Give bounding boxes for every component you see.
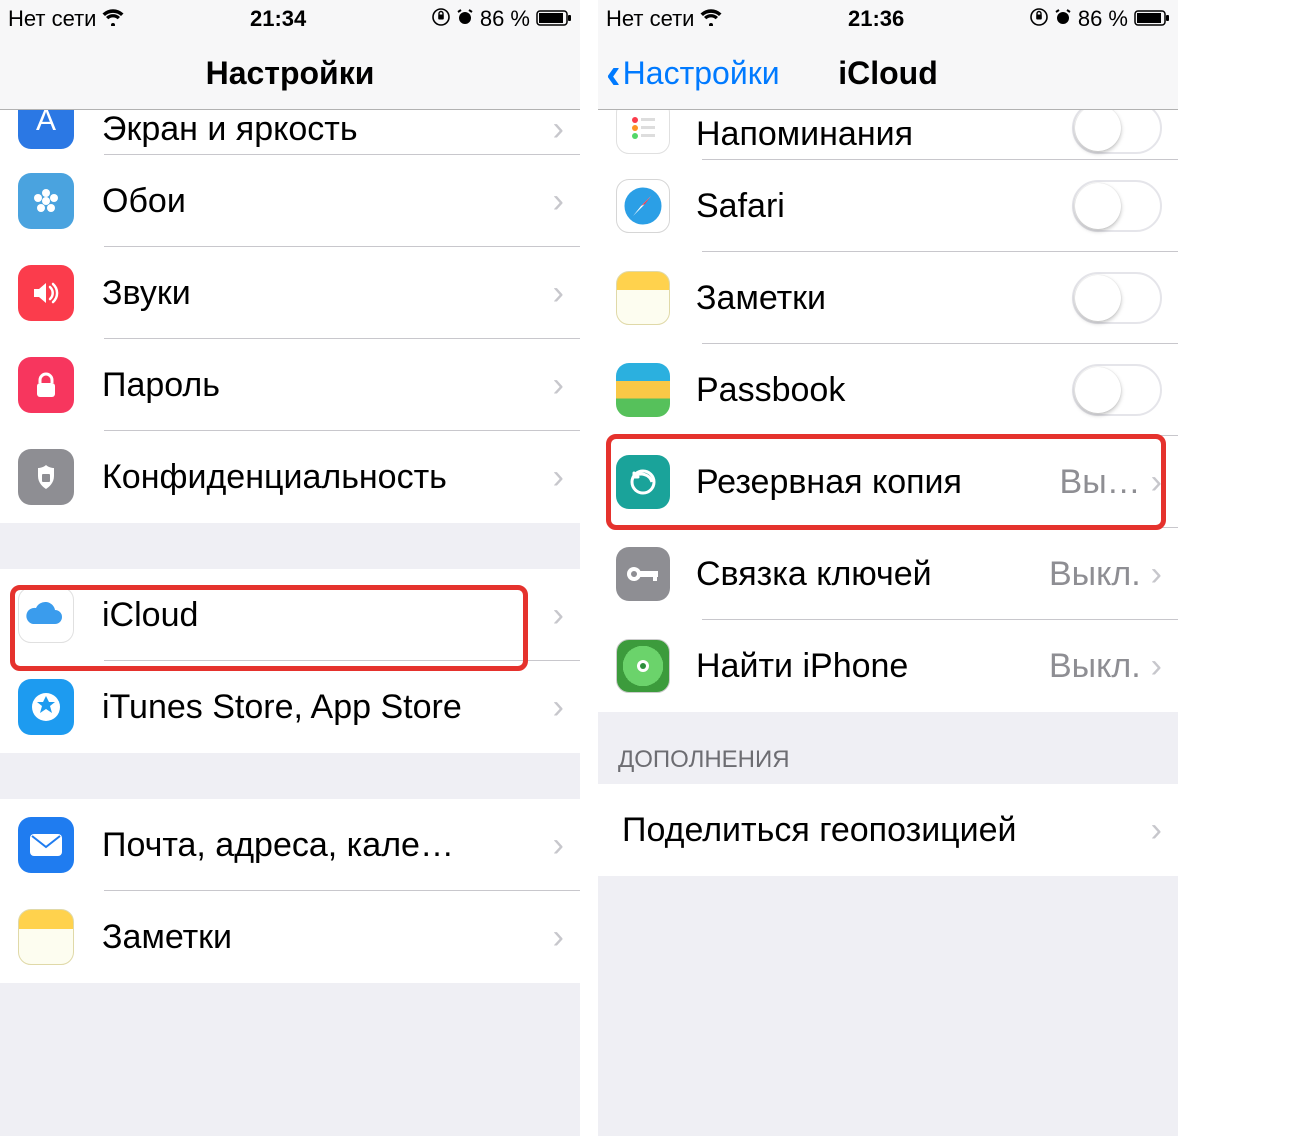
mail-icon: [18, 817, 74, 873]
chevron-icon: ›: [1151, 811, 1162, 850]
back-button[interactable]: ‹ Настройки: [606, 52, 780, 96]
toggle-notes[interactable]: [1072, 272, 1162, 324]
row-label: iTunes Store, App Store: [102, 688, 543, 727]
sounds-icon: [18, 265, 74, 321]
row-wallpaper[interactable]: Обои ›: [0, 155, 580, 247]
status-bar: Нет сети 21:36 86 %: [598, 0, 1178, 38]
toggle-passbook[interactable]: [1072, 364, 1162, 416]
row-itunes[interactable]: iTunes Store, App Store ›: [0, 661, 580, 753]
carrier-label: Нет сети: [606, 6, 694, 32]
settings-screen: Нет сети 21:34 86 % Настройки: [0, 0, 580, 1136]
page-title: iCloud: [838, 55, 938, 92]
keychain-icon: [616, 547, 670, 601]
row-keychain[interactable]: Связка ключей Выкл. ›: [598, 528, 1178, 620]
row-label: Safari: [696, 187, 1072, 226]
wifi-icon: [700, 6, 722, 32]
chevron-icon: ›: [553, 110, 564, 149]
toggle-reminders[interactable]: [1072, 110, 1162, 154]
clock: 21:36: [722, 6, 1029, 32]
page-title: Настройки: [206, 55, 375, 92]
chevron-icon: ›: [553, 688, 564, 727]
row-display[interactable]: Экран и яркость: [102, 110, 543, 149]
row-label: Звуки: [102, 274, 543, 313]
row-findmy[interactable]: Найти iPhone Выкл. ›: [598, 620, 1178, 712]
row-label: iCloud: [102, 596, 543, 635]
appstore-icon: [18, 679, 74, 735]
row-label: Найти iPhone: [696, 647, 1041, 686]
row-safari[interactable]: Safari: [598, 160, 1178, 252]
row-notes[interactable]: Заметки: [598, 252, 1178, 344]
display-icon: A: [18, 110, 74, 149]
chevron-icon: ›: [553, 918, 564, 957]
row-icloud[interactable]: iCloud ›: [0, 569, 580, 661]
row-label: Passbook: [696, 371, 1072, 410]
row-label: Поделиться геопозицией: [622, 811, 1141, 850]
icloud-icon: [18, 587, 74, 643]
row-passbook[interactable]: Passbook: [598, 344, 1178, 436]
chevron-icon: ›: [1151, 647, 1162, 686]
row-share-location[interactable]: Поделиться геопозицией ›: [598, 784, 1178, 876]
row-privacy[interactable]: Конфиденциальность ›: [0, 431, 580, 523]
chevron-icon: ›: [1151, 463, 1162, 502]
row-label: Резервная копия: [696, 463, 1052, 502]
passbook-icon: [616, 363, 670, 417]
orientation-lock-icon: [1030, 6, 1048, 32]
chevron-icon: ›: [553, 826, 564, 865]
row-label: Заметки: [696, 279, 1072, 318]
reminders-icon: [616, 110, 670, 154]
chevron-icon: ›: [553, 596, 564, 635]
notes-icon: [616, 271, 670, 325]
row-value: Вы…: [1060, 463, 1141, 502]
chevron-icon: ›: [553, 458, 564, 497]
orientation-lock-icon: [432, 6, 450, 32]
row-mail[interactable]: Почта, адреса, кале… ›: [0, 799, 580, 891]
row-backup[interactable]: Резервная копия Вы… ›: [598, 436, 1178, 528]
row-passcode[interactable]: Пароль ›: [0, 339, 580, 431]
row-reminders[interactable]: Напоминания: [696, 115, 1072, 154]
row-value: Выкл.: [1049, 555, 1141, 594]
row-label: Почта, адреса, кале…: [102, 826, 543, 865]
safari-icon: [616, 179, 670, 233]
battery-percent: 86 %: [1078, 6, 1128, 32]
passcode-icon: [18, 357, 74, 413]
findmy-icon: [616, 639, 670, 693]
alarm-icon: [456, 6, 474, 32]
chevron-icon: ›: [553, 366, 564, 405]
notes-icon: [18, 909, 74, 965]
icloud-screen: Нет сети 21:36 86 % ‹: [598, 0, 1178, 1136]
clock: 21:34: [124, 6, 431, 32]
chevron-icon: ›: [553, 274, 564, 313]
back-label: Настройки: [623, 55, 780, 92]
section-header: ДОПОЛНЕНИЯ: [598, 712, 1178, 784]
row-label: Обои: [102, 182, 543, 221]
chevron-icon: ›: [1151, 555, 1162, 594]
privacy-icon: [18, 449, 74, 505]
carrier-label: Нет сети: [8, 6, 96, 32]
row-label: Конфиденциальность: [102, 458, 543, 497]
navbar: ‹ Настройки iCloud: [598, 38, 1178, 110]
chevron-left-icon: ‹: [606, 52, 621, 96]
row-value: Выкл.: [1049, 647, 1141, 686]
toggle-safari[interactable]: [1072, 180, 1162, 232]
row-label: Связка ключей: [696, 555, 1041, 594]
backup-icon: [616, 455, 670, 509]
row-label: Пароль: [102, 366, 543, 405]
battery-icon: [536, 6, 572, 32]
row-sounds[interactable]: Звуки ›: [0, 247, 580, 339]
row-notes[interactable]: Заметки ›: [0, 891, 580, 983]
battery-icon: [1134, 6, 1170, 32]
wifi-icon: [102, 6, 124, 32]
navbar: Настройки: [0, 38, 580, 110]
chevron-icon: ›: [553, 182, 564, 221]
row-label: Заметки: [102, 918, 543, 957]
battery-percent: 86 %: [480, 6, 530, 32]
wallpaper-icon: [18, 173, 74, 229]
status-bar: Нет сети 21:34 86 %: [0, 0, 580, 38]
alarm-icon: [1054, 6, 1072, 32]
